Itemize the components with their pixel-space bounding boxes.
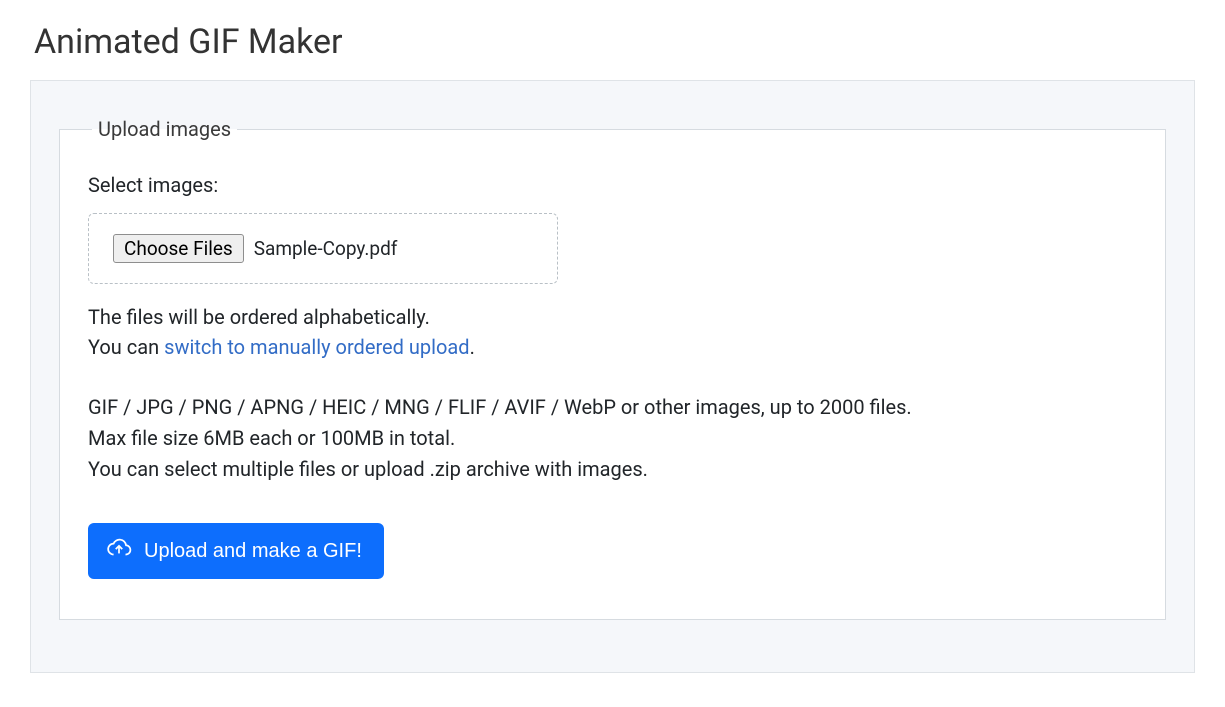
ordering-info-prefix: You can [88, 335, 164, 359]
upload-panel: Upload images Select images: Choose File… [30, 80, 1195, 673]
choose-files-button[interactable]: Choose Files [113, 234, 244, 263]
cloud-upload-icon [106, 535, 132, 567]
upload-fieldset: Upload images Select images: Choose File… [59, 117, 1166, 620]
ordering-info: The files will be ordered alphabetically… [88, 302, 1137, 362]
manual-order-link[interactable]: switch to manually ordered upload [164, 335, 469, 359]
file-drop-zone[interactable]: Choose Files Sample-Copy.pdf [88, 213, 558, 284]
format-line2: Max file size 6MB each or 100MB in total… [88, 423, 1137, 454]
upload-button[interactable]: Upload and make a GIF! [88, 523, 384, 579]
page-title: Animated GIF Maker [0, 0, 1225, 80]
fieldset-legend: Upload images [92, 117, 237, 141]
format-line3: You can select multiple files or upload … [88, 454, 1137, 485]
upload-button-label: Upload and make a GIF! [144, 540, 362, 563]
ordering-info-line1: The files will be ordered alphabetically… [88, 302, 1137, 332]
select-images-label: Select images: [88, 173, 1137, 197]
ordering-info-line2: You can switch to manually ordered uploa… [88, 332, 1137, 362]
selected-file-name: Sample-Copy.pdf [254, 237, 398, 260]
format-line1: GIF / JPG / PNG / APNG / HEIC / MNG / FL… [88, 392, 1137, 423]
ordering-info-suffix: . [470, 335, 475, 359]
format-info: GIF / JPG / PNG / APNG / HEIC / MNG / FL… [88, 392, 1137, 485]
